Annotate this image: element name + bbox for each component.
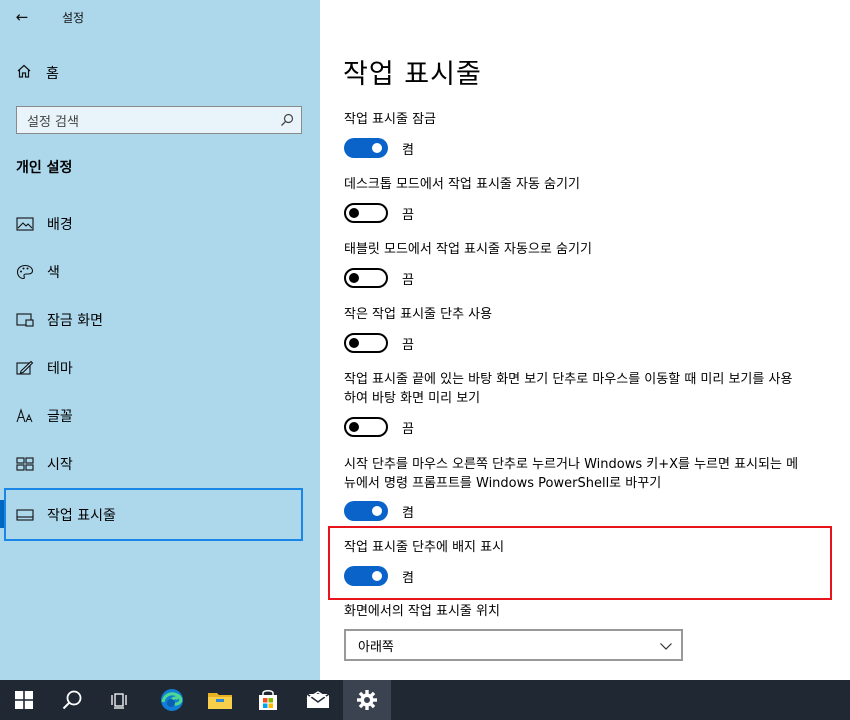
mail-icon[interactable] [294,680,342,720]
settings-search-input[interactable]: 설정 검색 [16,106,302,134]
toggle-row: 끔 [344,416,414,438]
chevron-down-icon [659,638,673,652]
sidebar-item-label: 글꼴 [47,409,73,425]
toggle-state: 끔 [402,421,414,437]
nav-home-label: 홈 [46,66,59,82]
sidebar-item-start[interactable]: 시작 [16,453,73,475]
taskbar-position-dropdown[interactable]: 아래쪽 [344,629,683,661]
start-icon [16,456,34,472]
search-placeholder: 설정 검색 [27,114,79,130]
toggle-state: 켬 [402,505,414,521]
sidebar-item-taskbar[interactable]: 작업 표시줄 [4,488,303,541]
setting-label: 작업 표시줄 잠금 [344,112,436,127]
sidebar-item-label: 테마 [47,361,73,377]
badges-toggle[interactable] [344,566,388,586]
toggle-knob [349,422,359,432]
toggle-row: 끔 [344,332,414,354]
toggle-row: 끔 [344,267,414,289]
toggle-row: 켬 [344,565,414,587]
peek-toggle[interactable] [344,417,388,437]
dropdown-value: 아래쪽 [358,639,394,655]
search-icon[interactable] [279,112,295,128]
toggle-row: 켬 [344,500,414,522]
app-title: 설정 [62,11,85,25]
toggle-state: 켬 [402,570,414,586]
sidebar-item-fonts[interactable]: 글꼴 [16,405,73,427]
toggle-state: 켬 [402,142,414,158]
powershell-toggle[interactable] [344,501,388,521]
taskbar-icon [16,507,34,523]
title-bar: ← 설정 [0,0,320,34]
toggle-row: 켬 [344,137,414,159]
edge-icon[interactable] [148,680,196,720]
position-label: 화면에서의 작업 표시줄 위치 [344,604,500,619]
setting-label: 시작 단추를 마우스 오른쪽 단추로 누르거나 Windows 키+X를 누르면… [344,457,799,491]
lock-screen-icon [16,312,34,328]
home-icon [16,63,34,83]
file-explorer-icon[interactable] [196,680,244,720]
theme-icon [16,360,34,376]
autohide-desktop-toggle[interactable] [344,203,388,223]
toggle-state: 끔 [402,207,414,223]
toggle-state: 끔 [402,337,414,353]
sidebar-item-color[interactable]: 색 [16,261,60,283]
setting-label: 데스크톱 모드에서 작업 표시줄 자동 숨기기 [344,177,580,192]
setting-label: 작업 표시줄 단추에 배지 표시 [344,540,505,555]
sidebar-item-label: 잠금 화면 [47,313,103,329]
sidebar-item-background[interactable]: 배경 [16,213,73,235]
palette-icon [16,264,34,280]
toggle-knob [372,506,382,516]
sidebar-item-theme[interactable]: 테마 [16,357,73,379]
setting-label: 태블릿 모드에서 작업 표시줄 자동으로 숨기기 [344,242,592,257]
back-button[interactable]: ← [10,6,34,28]
sidebar-item-label: 시작 [47,457,73,473]
sidebar-item-lock-screen[interactable]: 잠금 화면 [16,309,103,331]
toggle-knob [349,208,359,218]
setting-label: 작업 표시줄 끝에 있는 바탕 화면 보기 단추로 마우스를 이동할 때 미리 … [344,372,793,406]
setting-label: 작은 작업 표시줄 단추 사용 [344,307,493,322]
toggle-knob [349,273,359,283]
section-title: 개인 설정 [16,160,73,176]
lock-taskbar-toggle[interactable] [344,138,388,158]
windows-start-icon[interactable] [0,680,48,720]
toggle-row: 끔 [344,202,414,224]
page-title: 작업 표시줄 [343,59,482,90]
autohide-tablet-toggle[interactable] [344,268,388,288]
task-view-icon[interactable] [96,680,144,720]
sidebar-item-label: 작업 표시줄 [47,507,116,524]
font-icon [16,408,34,424]
sidebar-item-label: 배경 [47,217,73,233]
store-icon[interactable] [244,680,292,720]
toggle-state: 끔 [402,272,414,288]
picture-icon [16,216,34,232]
sidebar: ← 설정 홈 설정 검색 개인 설정 배경 색 잠금 화면 테마 글꼴 시작 작… [0,0,320,680]
small-buttons-toggle[interactable] [344,333,388,353]
nav-home[interactable]: 홈 [16,62,59,84]
back-arrow-icon: ← [15,8,29,26]
toggle-knob [372,571,382,581]
search-icon[interactable] [48,680,96,720]
toggle-knob [372,143,382,153]
sidebar-item-label: 색 [47,265,60,281]
toggle-knob [349,338,359,348]
settings-gear-icon[interactable] [343,680,391,720]
